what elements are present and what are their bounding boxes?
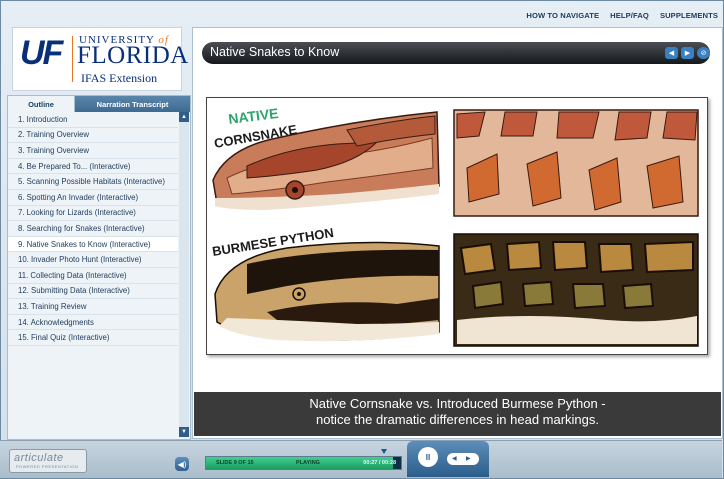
outline-item[interactable]: 6. Spotting An Invader (Interactive) [8, 190, 178, 206]
caption-line-2: notice the dramatic differences in head … [315, 412, 600, 427]
outline-item[interactable]: 3. Training Overview [8, 143, 178, 159]
cornsnake-head-illustration [212, 111, 440, 210]
scroll-up-icon[interactable]: ▲ [179, 112, 189, 122]
scrub-handle-icon[interactable] [381, 449, 387, 454]
player-controls-bar: articulate POWERED PRESENTATION ◀) SLIDE… [0, 440, 722, 478]
how-to-navigate-link[interactable]: HOW TO NAVIGATE [526, 11, 599, 20]
slide-title: Native Snakes to Know [210, 45, 340, 59]
slide-caption: Native Cornsnake vs. Introduced Burmese … [194, 392, 721, 436]
uf-ifas-logo: UF UNIVERSITY of FLORIDA IFAS Extension [12, 27, 188, 91]
logo-florida: FLORIDA [77, 42, 189, 69]
sidebar: Outline Narration Transcript 1. Introduc… [7, 95, 191, 440]
outline-item[interactable]: 13. Training Review [8, 299, 178, 315]
tab-outline[interactable]: Outline [8, 96, 75, 112]
next-slide-icon[interactable]: ▶ [681, 47, 694, 59]
outline-item[interactable]: 14. Acknowledgments [8, 315, 178, 331]
sidebar-tabs: Outline Narration Transcript [8, 96, 190, 112]
articulate-brand: articulate [14, 452, 64, 464]
outline-item[interactable]: 11. Collecting Data (Interactive) [8, 268, 178, 284]
outline-item[interactable]: 7. Looking for Lizards (Interactive) [8, 206, 178, 222]
playback-time: 00:27 / 00:28 [363, 460, 396, 466]
native-label: NATIVE [227, 105, 279, 127]
cornsnake-skin-pattern [453, 109, 699, 217]
logo-ifas-extension: IFAS Extension [81, 71, 158, 85]
volume-icon[interactable]: ◀) [175, 457, 189, 471]
outline-item[interactable]: 5. Scanning Possible Habitats (Interacti… [8, 174, 178, 190]
exit-icon[interactable]: ⊘ [697, 47, 710, 59]
prev-next-control: ◀ ▶ [447, 453, 479, 465]
burmese-python-head-illustration [214, 241, 440, 342]
outline-item[interactable]: 4. Be Prepared To... (Interactive) [8, 159, 178, 175]
uf-mark: UF [20, 34, 63, 72]
slide-content: NATIVE CORNSNAKE BURMESE PYTHON [206, 97, 708, 355]
next-icon[interactable]: ▶ [466, 455, 471, 462]
logo-divider [72, 36, 73, 82]
playback-status: PLAYING [296, 460, 320, 466]
caption-line-1: Native Cornsnake vs. Introduced Burmese … [309, 396, 606, 411]
outline-list: 1. Introduction 2. Training Overview 3. … [8, 112, 178, 346]
pause-icon[interactable]: II [418, 447, 438, 467]
outline-item[interactable]: 2. Training Overview [8, 128, 178, 144]
slide-title-bar: Native Snakes to Know ◀ ▶ ⊘ [202, 42, 710, 64]
tab-narration-transcript[interactable]: Narration Transcript [75, 96, 190, 112]
outline-scrollbar[interactable]: ▲ ▼ [179, 112, 189, 437]
outline-item[interactable]: 8. Searching for Snakes (Interactive) [8, 221, 178, 237]
prev-slide-icon[interactable]: ◀ [665, 47, 678, 59]
slide-counter: SLIDE 9 OF 15 [216, 460, 254, 466]
articulate-logo: articulate POWERED PRESENTATION [9, 449, 87, 473]
scroll-down-icon[interactable]: ▼ [179, 427, 189, 437]
snake-comparison-illustration: NATIVE CORNSNAKE BURMESE PYTHON [211, 105, 699, 347]
outline-item[interactable]: 1. Introduction [8, 112, 178, 128]
playback-control-pod: II ◀ ▶ [407, 441, 489, 477]
outline-item-selected[interactable]: 9. Native Snakes to Know (Interactive) [8, 236, 178, 253]
help-faq-link[interactable]: HELP/FAQ [610, 11, 649, 20]
outline-item[interactable]: 12. Submitting Data (Interactive) [8, 284, 178, 300]
supplements-link[interactable]: SUPPLEMENTS [660, 11, 718, 20]
burmese-python-skin-pattern [453, 233, 699, 347]
outline-item[interactable]: 15. Final Quiz (Interactive) [8, 330, 178, 346]
prev-icon[interactable]: ◀ [452, 455, 457, 462]
slide-panel: Native Snakes to Know ◀ ▶ ⊘ NATIVE CORNS… [192, 27, 723, 439]
top-links: HOW TO NAVIGATE HELP/FAQ SUPPLEMENTS [526, 11, 718, 20]
articulate-tagline: POWERED PRESENTATION [16, 464, 79, 469]
outline-item[interactable]: 10. Invader Photo Hunt (Interactive) [8, 252, 178, 268]
playback-progress-bar[interactable]: SLIDE 9 OF 15 PLAYING 00:27 / 00:28 [205, 456, 402, 470]
